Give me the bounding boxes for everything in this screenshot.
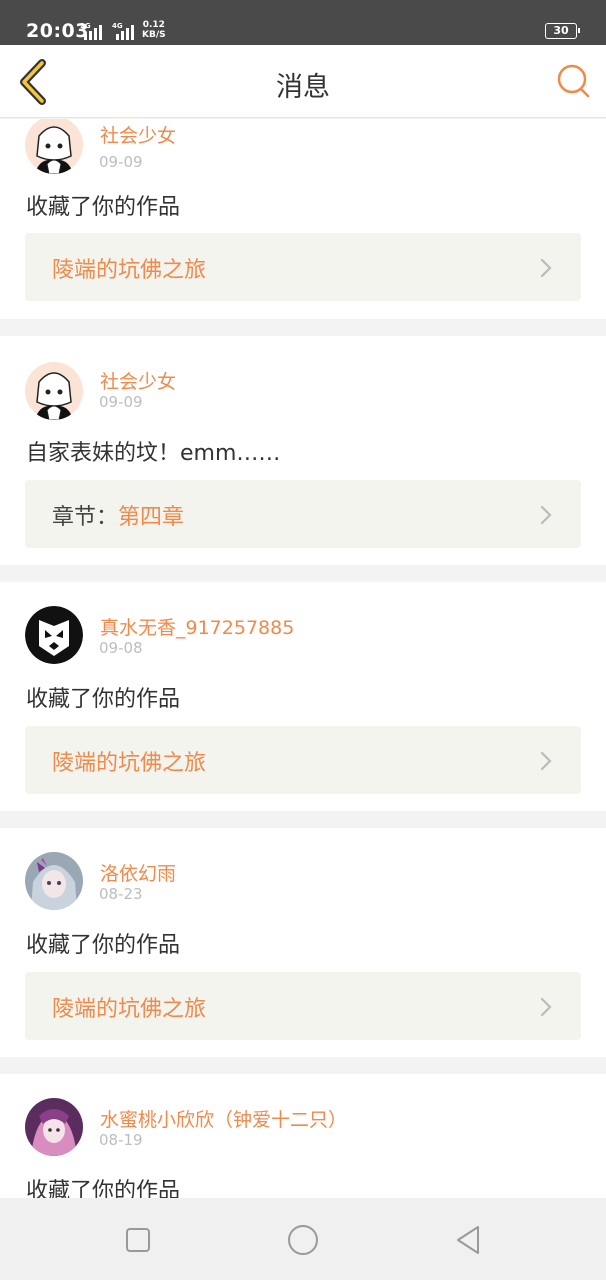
message-list[interactable]: 社会少女 09-09 收藏了你的作品 陵端的坑佛之旅 社会少女 09-09 自家… <box>0 119 606 1198</box>
message-text: 收藏了你的作品 <box>26 933 181 958</box>
work-title: 陵端的坑佛之旅 <box>52 751 207 776</box>
chevron-right-icon <box>540 751 552 771</box>
avatar[interactable] <box>25 119 83 174</box>
system-nav-bar <box>0 1198 606 1280</box>
list-item: 社会少女 09-09 自家表妹的坟！emm…… 章节：第四章 <box>0 336 606 565</box>
username[interactable]: 洛依幻雨 <box>100 859 176 886</box>
app-header: 消息 <box>0 45 606 118</box>
list-item: 社会少女 09-09 收藏了你的作品 陵端的坑佛之旅 <box>0 119 606 319</box>
triangle-back-icon[interactable] <box>450 1222 486 1258</box>
signal-icon: 2G <box>80 22 102 40</box>
username[interactable]: 社会少女 <box>100 367 176 394</box>
list-item: 水蜜桃小欣欣（钟爱十二只） 08-19 收藏了你的作品 <box>0 1074 606 1198</box>
avatar[interactable] <box>25 1098 83 1156</box>
message-date: 09-08 <box>99 639 143 657</box>
work-link[interactable]: 陵端的坑佛之旅 <box>25 726 581 794</box>
work-link[interactable]: 陵端的坑佛之旅 <box>25 972 581 1040</box>
message-date: 09-09 <box>99 153 143 171</box>
message-text: 收藏了你的作品 <box>26 1179 181 1198</box>
avatar[interactable] <box>25 852 83 910</box>
chevron-right-icon <box>540 997 552 1017</box>
search-icon[interactable] <box>554 61 594 101</box>
message-date: 08-23 <box>99 885 143 903</box>
list-item: 洛依幻雨 08-23 收藏了你的作品 陵端的坑佛之旅 <box>0 828 606 1057</box>
message-text: 自家表妹的坟！emm…… <box>26 441 281 466</box>
message-date: 08-19 <box>99 1131 143 1149</box>
signal-indicators: 2G 4G <box>80 20 134 40</box>
chevron-right-icon <box>540 258 552 278</box>
list-item: 真水无香_917257885 09-08 收藏了你的作品 陵端的坑佛之旅 <box>0 582 606 811</box>
work-title: 陵端的坑佛之旅 <box>52 258 207 283</box>
signal-icon: 4G <box>112 22 134 40</box>
username[interactable]: 水蜜桃小欣欣（钟爱十二只） <box>100 1105 347 1132</box>
network-speed: 0.12 KB/S <box>142 20 166 40</box>
message-text: 收藏了你的作品 <box>26 687 181 712</box>
page-title: 消息 <box>276 72 330 103</box>
username[interactable]: 社会少女 <box>100 121 176 148</box>
square-icon[interactable] <box>120 1222 156 1258</box>
work-title: 陵端的坑佛之旅 <box>52 997 207 1022</box>
work-link[interactable]: 陵端的坑佛之旅 <box>25 233 581 301</box>
status-bar: 20:03 2G 4G 0.12 KB/S 30 <box>0 0 606 45</box>
message-date: 09-09 <box>99 393 143 411</box>
chapter-title: 第四章 <box>118 505 185 530</box>
avatar[interactable] <box>25 362 83 420</box>
message-text: 收藏了你的作品 <box>26 195 181 220</box>
circle-icon[interactable] <box>285 1222 321 1258</box>
chapter-link[interactable]: 章节：第四章 <box>25 480 581 548</box>
battery-icon: 30 <box>545 23 580 39</box>
avatar[interactable] <box>25 606 83 664</box>
chevron-right-icon <box>540 505 552 525</box>
username[interactable]: 真水无香_917257885 <box>100 613 294 640</box>
